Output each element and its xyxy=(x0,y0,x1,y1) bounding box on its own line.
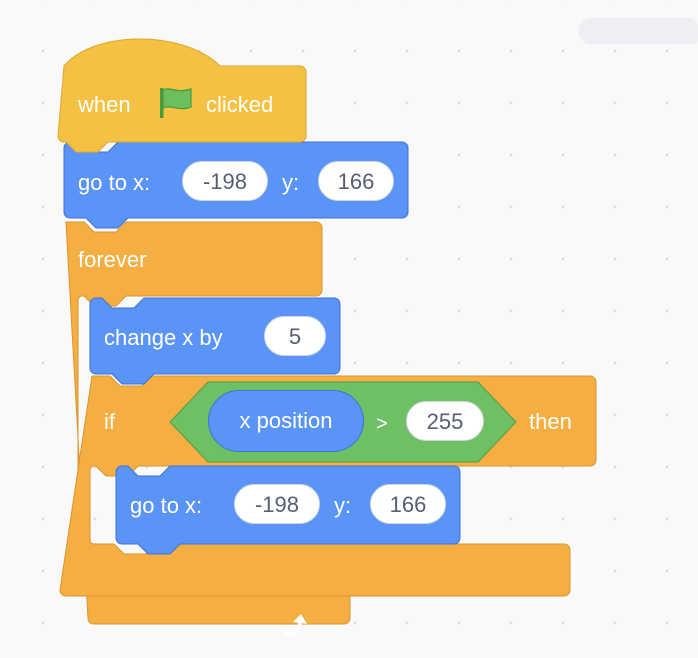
greater-than-symbol: > xyxy=(376,413,388,435)
change-x-input[interactable]: 5 xyxy=(264,316,326,356)
if-label: if xyxy=(104,409,115,434)
x-input[interactable]: -198 xyxy=(182,161,268,201)
x-input-inner[interactable]: -198 xyxy=(234,484,320,524)
go-to-label-inner: go to x: xyxy=(130,493,203,518)
y-label-inner: y: xyxy=(334,493,352,518)
y-input-inner[interactable]: 166 xyxy=(370,484,446,524)
change-x-label: change x by xyxy=(104,325,223,350)
hat-label-when: when xyxy=(78,92,131,117)
forever-label: forever xyxy=(78,247,147,272)
go-to-label: go to x: xyxy=(78,170,151,195)
y-label: y: xyxy=(282,170,300,195)
hat-label-clicked: clicked xyxy=(206,92,274,117)
then-label: then xyxy=(529,409,572,434)
compare-value-input[interactable]: 255 xyxy=(406,401,484,441)
y-input[interactable]: 166 xyxy=(318,161,394,201)
x-position-reporter[interactable]: x position xyxy=(208,390,364,452)
